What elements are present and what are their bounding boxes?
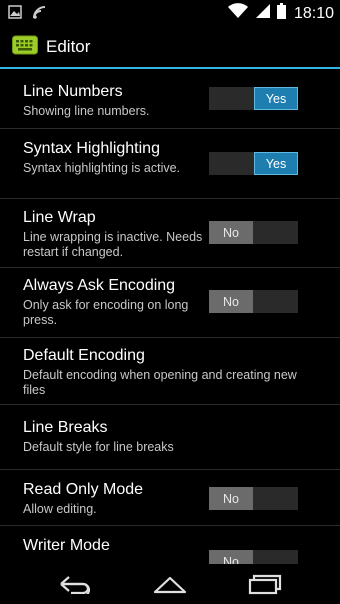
- toggle-knob: No: [209, 290, 253, 313]
- page-title: Editor: [46, 37, 91, 56]
- read-only-mode-toggle[interactable]: No: [209, 487, 298, 510]
- setting-title: Line Wrap: [23, 209, 96, 226]
- settings-list: Line Numbers Showing line numbers. Yes S…: [0, 69, 340, 564]
- setting-syntax-highlighting[interactable]: Syntax Highlighting Syntax highlighting …: [0, 129, 340, 199]
- setting-default-encoding[interactable]: Default Encoding Default encoding when o…: [0, 338, 340, 405]
- image-icon: [8, 5, 22, 24]
- setting-writer-mode[interactable]: Writer Mode No: [0, 526, 340, 564]
- battery-icon: [276, 3, 286, 24]
- setting-line-wrap[interactable]: Line Wrap Line wrapping is inactive. Nee…: [0, 199, 340, 268]
- setting-summary: Syntax highlighting is active.: [23, 161, 181, 175]
- keyboard-icon[interactable]: [12, 35, 38, 60]
- setting-title: Read Only Mode: [23, 481, 144, 498]
- setting-always-ask-encoding[interactable]: Always Ask Encoding Only ask for encodin…: [0, 268, 340, 338]
- setting-summary: Only ask for encoding on long press.: [23, 298, 189, 327]
- setting-title: Line Breaks: [23, 419, 108, 436]
- setting-title: Always Ask Encoding: [23, 277, 176, 294]
- back-icon[interactable]: [45, 569, 105, 599]
- toggle-knob: Yes: [254, 87, 298, 110]
- action-bar: Editor: [0, 25, 340, 68]
- setting-line-breaks[interactable]: Line Breaks Default style for line break…: [0, 405, 340, 470]
- navigation-bar: [0, 564, 340, 604]
- syntax-highlighting-toggle[interactable]: Yes: [209, 152, 298, 175]
- wifi-alt-icon: [32, 5, 48, 24]
- toggle-knob: No: [209, 550, 253, 564]
- setting-title: Writer Mode: [23, 537, 110, 554]
- writer-mode-toggle[interactable]: No: [209, 550, 298, 564]
- setting-summary: Default style for line breaks: [23, 440, 174, 454]
- signal-icon: [255, 3, 271, 24]
- wifi-icon: [227, 3, 249, 24]
- setting-read-only-mode[interactable]: Read Only Mode Allow editing. No: [0, 470, 340, 526]
- setting-summary: Line wrapping is inactive. Needs restart…: [23, 230, 203, 259]
- setting-title: Line Numbers: [23, 83, 123, 100]
- recent-apps-icon[interactable]: [235, 569, 295, 599]
- status-bar: 18:10: [0, 0, 340, 25]
- setting-line-numbers[interactable]: Line Numbers Showing line numbers. Yes: [0, 69, 340, 129]
- toggle-knob: No: [209, 221, 253, 244]
- setting-title: Syntax Highlighting: [23, 140, 160, 157]
- clock: 18:10: [293, 4, 334, 22]
- setting-title: Default Encoding: [23, 347, 145, 364]
- setting-summary: Default encoding when opening and creati…: [23, 368, 297, 397]
- always-ask-encoding-toggle[interactable]: No: [209, 290, 298, 313]
- home-icon[interactable]: [140, 569, 200, 599]
- line-wrap-toggle[interactable]: No: [209, 221, 298, 244]
- line-numbers-toggle[interactable]: Yes: [209, 87, 298, 110]
- toggle-knob: No: [209, 487, 253, 510]
- toggle-knob: Yes: [254, 152, 298, 175]
